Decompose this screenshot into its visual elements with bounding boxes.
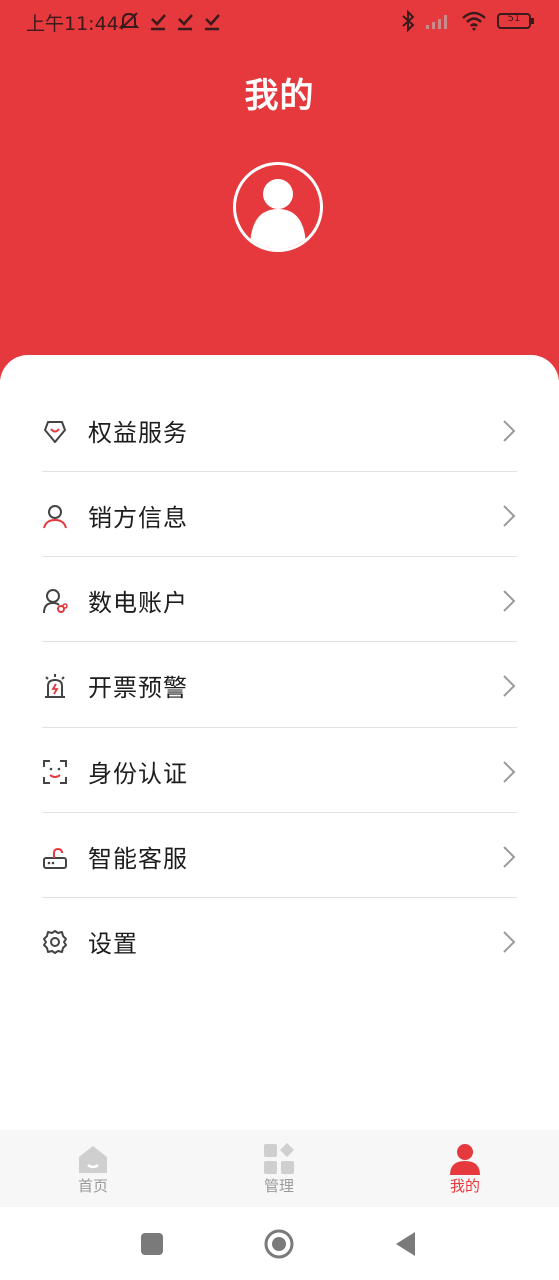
avatar[interactable]: [233, 162, 323, 252]
divider: [42, 812, 517, 813]
divider: [42, 727, 517, 728]
divider: [42, 641, 517, 642]
system-navigation-bar: [0, 1207, 559, 1280]
download-done-icon: [205, 14, 220, 31]
battery-icon: 51: [497, 13, 534, 29]
recent-apps-icon[interactable]: [136, 1228, 168, 1260]
mute-icon: [118, 12, 140, 30]
status-bar: 上午11:44 51: [0, 0, 559, 42]
chevron-right-icon: [503, 589, 516, 612]
menu-item-seller-info[interactable]: 销方信息: [42, 473, 517, 558]
menu-item-settings[interactable]: 设置: [42, 899, 517, 984]
menu-item-label: 权益服务: [88, 419, 188, 447]
divider: [42, 556, 517, 557]
bluetooth-icon: [402, 10, 415, 32]
menu-item-rights-service[interactable]: 权益服务: [42, 388, 517, 473]
router-icon: [42, 844, 68, 870]
download-done-icon: [178, 14, 193, 31]
tab-label: 我的: [449, 1177, 480, 1195]
menu-item-label: 设置: [88, 930, 138, 958]
shield-heart-icon: [42, 418, 68, 444]
face-scan-icon: [42, 759, 68, 785]
status-system-icons: 51: [401, 9, 534, 33]
menu-item-label: 身份认证: [88, 760, 188, 788]
signal-icon: [426, 15, 447, 29]
tab-home[interactable]: 首页: [0, 1130, 186, 1207]
user-avatar-icon: [250, 179, 306, 249]
status-time: 上午11:44: [26, 13, 119, 35]
status-notification-icons: [118, 9, 221, 33]
download-done-icon: [151, 14, 166, 31]
menu-item-digital-account[interactable]: 数电账户: [42, 558, 517, 643]
tab-mine[interactable]: 我的: [372, 1130, 558, 1207]
menu-item-label: 开票预警: [88, 674, 188, 702]
chevron-right-icon: [503, 760, 516, 783]
account-link-icon: [42, 588, 68, 614]
menu-item-label: 数电账户: [88, 589, 188, 617]
alarm-icon: [42, 673, 68, 699]
menu-item-label: 智能客服: [88, 845, 188, 873]
apps-grid-icon: [264, 1143, 294, 1174]
chevron-right-icon: [503, 845, 516, 868]
user-icon: [450, 1144, 480, 1175]
back-icon[interactable]: [390, 1228, 422, 1260]
wifi-icon: [462, 11, 486, 31]
tab-label: 首页: [77, 1177, 108, 1195]
person-icon: [42, 503, 68, 529]
chevron-right-icon: [503, 504, 516, 527]
tab-manage[interactable]: 管理: [186, 1130, 372, 1207]
page-title: 我的: [244, 76, 315, 116]
menu-item-invoice-alert[interactable]: 开票预警: [42, 643, 517, 728]
home-icon: [79, 1146, 107, 1173]
tab-label: 管理: [263, 1177, 294, 1195]
tab-bar: 首页 管理 我的: [0, 1130, 559, 1207]
home-button-icon[interactable]: [263, 1228, 295, 1260]
menu-item-identity-auth[interactable]: 身份认证: [42, 729, 517, 814]
gear-icon: [42, 929, 68, 955]
battery-level: 51: [507, 13, 521, 24]
menu-item-smart-service[interactable]: 智能客服: [42, 814, 517, 899]
chevron-right-icon: [503, 930, 516, 953]
chevron-right-icon: [503, 419, 516, 442]
menu-item-label: 销方信息: [88, 504, 188, 532]
chevron-right-icon: [503, 674, 516, 697]
divider: [42, 897, 517, 898]
divider: [42, 471, 517, 472]
